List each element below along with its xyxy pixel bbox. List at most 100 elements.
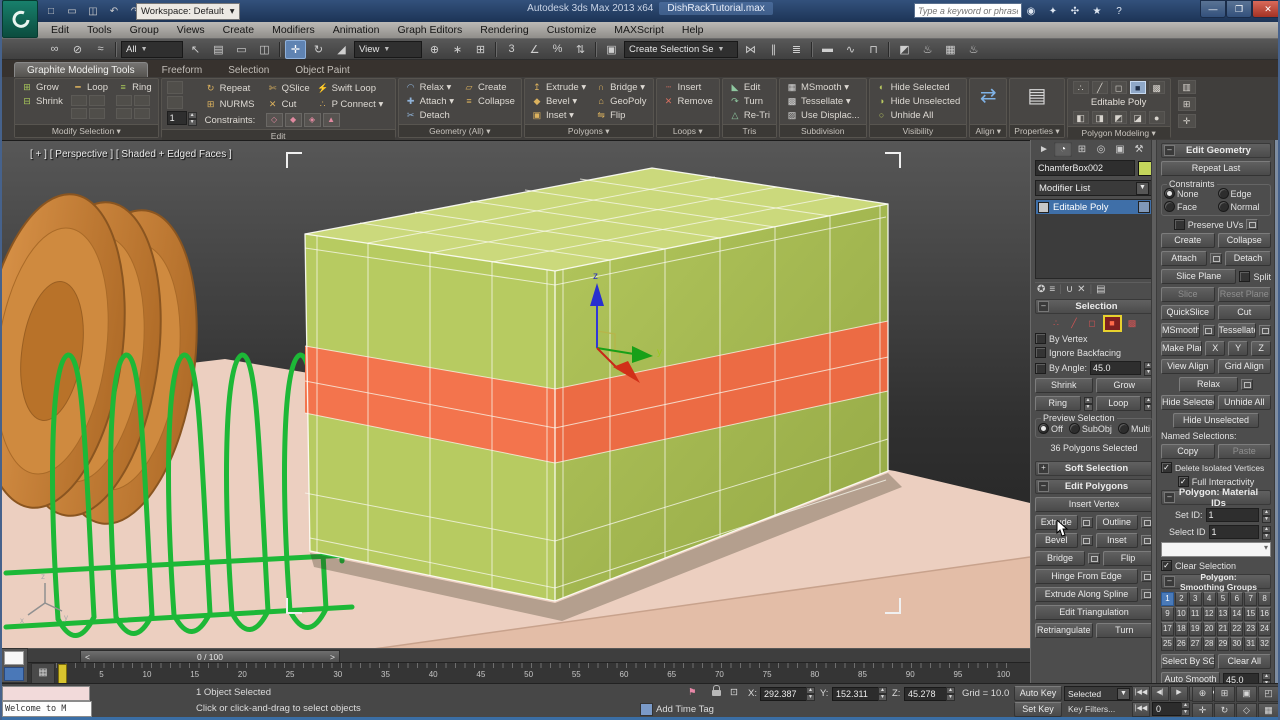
time-slider-track[interactable]: < 0 / 100 > bbox=[0, 648, 1030, 663]
dot-loop-icon[interactable] bbox=[71, 108, 87, 119]
extrude-settings-icon[interactable] bbox=[1081, 517, 1093, 528]
next-key-icon[interactable]: > bbox=[330, 652, 335, 662]
rendered-frame-window-icon[interactable]: ▦ bbox=[940, 40, 961, 59]
smoothing-group-cell[interactable]: 29 bbox=[1217, 637, 1230, 651]
zoom-icon[interactable]: ⊕ bbox=[1192, 686, 1213, 702]
tab-freeform[interactable]: Freeform bbox=[150, 63, 215, 77]
graphite-ribbon-toggle-icon[interactable]: ▬ bbox=[817, 40, 838, 59]
configure-modifier-sets-icon[interactable]: ▤ bbox=[1096, 284, 1105, 295]
menu-item[interactable]: Customize bbox=[538, 24, 606, 36]
modifier-list-dropdown[interactable]: Modifier List▼ bbox=[1035, 180, 1153, 196]
preview-off-radio[interactable] bbox=[1038, 423, 1049, 434]
grow-button[interactable]: Grow bbox=[1096, 378, 1154, 393]
menu-item[interactable]: Animation bbox=[324, 24, 389, 36]
nurms-button[interactable]: ⊞NURMS bbox=[204, 98, 262, 110]
group-label[interactable]: Tris bbox=[723, 124, 776, 137]
unhide-all-button[interactable]: ○Unhide All bbox=[875, 109, 962, 121]
align-big-icon[interactable]: ⇄ bbox=[975, 81, 1001, 111]
by-vertex-checkbox[interactable] bbox=[1035, 333, 1046, 344]
hide-unselected-button[interactable]: ◑Hide Unselected bbox=[875, 95, 962, 107]
set-id-spinner[interactable]: ▲▼ bbox=[1262, 509, 1271, 522]
msmooth-button[interactable]: ▦MSmooth ▾ bbox=[785, 81, 861, 93]
loop-button[interactable]: ━Loop bbox=[71, 81, 109, 93]
loop-grow-icon[interactable] bbox=[71, 95, 87, 106]
frame-spinner[interactable]: ▲▼ bbox=[1181, 702, 1190, 715]
save-file-icon[interactable]: ◫ bbox=[84, 2, 102, 20]
edit-polygons-rollout-header[interactable]: – Edit Polygons bbox=[1035, 479, 1153, 494]
stack-item-editable-poly[interactable]: Editable Poly bbox=[1036, 200, 1152, 214]
polygon-subobject-icon[interactable]: ■ bbox=[1130, 81, 1146, 94]
modifier-stack[interactable]: Editable Poly bbox=[1035, 199, 1153, 279]
workspace-dropdown[interactable]: Workspace: Default▾ bbox=[136, 3, 240, 20]
spinner-arrows[interactable]: ▲▼ bbox=[188, 112, 197, 125]
selection-lock-icon[interactable] bbox=[712, 690, 721, 696]
perspective-viewport[interactable]: z y x y z [ + ] [ Perspective ] [ Shaded… bbox=[0, 140, 1030, 649]
constraint-face-icon[interactable]: ◈ bbox=[304, 113, 321, 127]
bind-to-space-warp-icon[interactable]: ≈ bbox=[90, 40, 111, 59]
new-scene-icon[interactable]: □ bbox=[42, 2, 60, 20]
smoothing-group-cell[interactable]: 23 bbox=[1244, 622, 1257, 636]
smoothing-group-cell[interactable]: 18 bbox=[1175, 622, 1188, 636]
detach-button[interactable]: ✂Detach bbox=[404, 109, 455, 121]
remove-loop-button[interactable]: ✕Remove bbox=[662, 95, 714, 107]
motion-tab-icon[interactable]: ◎ bbox=[1092, 142, 1110, 157]
absolute-mode-icon[interactable]: ⊡ bbox=[730, 687, 738, 698]
retriangulate-button[interactable]: Retriangulate bbox=[1035, 623, 1093, 638]
ignore-backfacing-checkbox[interactable] bbox=[1035, 347, 1046, 358]
smoothing-group-cell[interactable]: 1 bbox=[1161, 592, 1174, 606]
close-button[interactable]: ✕ bbox=[1252, 0, 1280, 18]
select-and-manipulate-icon[interactable]: ∗ bbox=[447, 40, 468, 59]
x-spinner[interactable]: ▲▼ bbox=[806, 687, 815, 700]
create-button[interactable]: ▱Create bbox=[462, 81, 516, 93]
ring-grow-icon[interactable] bbox=[116, 95, 132, 106]
smoothing-group-cell[interactable]: 5 bbox=[1217, 592, 1230, 606]
dot-ring-icon[interactable] bbox=[116, 108, 132, 119]
element-subobject-icon[interactable]: ▩ bbox=[1149, 81, 1165, 94]
isolate-toggle-icon[interactable]: ● bbox=[1149, 111, 1165, 124]
element-subobject-icon[interactable]: ▩ bbox=[1125, 317, 1140, 330]
remove-modifier-icon[interactable]: ✕ bbox=[1077, 284, 1085, 295]
split-checkbox[interactable] bbox=[1239, 271, 1250, 282]
group-label[interactable]: Polygon Modeling ▾ bbox=[1068, 126, 1170, 139]
select-object-icon[interactable]: ↖ bbox=[185, 40, 206, 59]
undo-icon[interactable]: ↶ bbox=[105, 2, 123, 20]
ring-spinner[interactable]: ▲▼ bbox=[1084, 397, 1093, 410]
maximize-button[interactable]: ❐ bbox=[1226, 0, 1252, 18]
cut-button[interactable]: ✕Cut bbox=[266, 98, 312, 110]
smoothing-group-cell[interactable]: 4 bbox=[1203, 592, 1216, 606]
next-modifier-icon[interactable]: ◩ bbox=[1111, 111, 1127, 124]
tessellate-button[interactable]: ▩Tessellate ▾ bbox=[785, 95, 861, 107]
previous-frame-icon[interactable]: ◀| bbox=[1151, 686, 1169, 701]
menu-item[interactable]: Edit bbox=[42, 24, 78, 36]
smoothing-group-cell[interactable]: 9 bbox=[1161, 607, 1174, 621]
z-coordinate-field[interactable]: 45.278 bbox=[904, 687, 950, 701]
slice-button[interactable]: Slice bbox=[1161, 287, 1215, 302]
selection-rollout-header[interactable]: – Selection bbox=[1035, 299, 1153, 314]
make-planar-z-button[interactable]: Z bbox=[1251, 341, 1271, 356]
ring-button[interactable]: ≡Ring bbox=[116, 81, 153, 93]
group-label[interactable]: Polygons ▾ bbox=[525, 124, 653, 137]
smoothing-group-cell[interactable]: 28 bbox=[1203, 637, 1216, 651]
dot-ring-options-icon[interactable] bbox=[134, 108, 150, 119]
schematic-view-icon[interactable]: ⊓ bbox=[863, 40, 884, 59]
select-and-scale-icon[interactable]: ◢ bbox=[331, 40, 352, 59]
app-logo[interactable] bbox=[2, 0, 38, 38]
smoothing-group-cell[interactable]: 20 bbox=[1203, 622, 1216, 636]
material-editor-icon[interactable]: ◩ bbox=[894, 40, 915, 59]
menu-item[interactable]: Help bbox=[673, 24, 713, 36]
smoothing-group-cell[interactable]: 25 bbox=[1161, 637, 1174, 651]
material-ids-rollout-header[interactable]: – Polygon: Material IDs bbox=[1161, 490, 1271, 505]
render-production-icon[interactable]: ♨ bbox=[963, 40, 984, 59]
smoothing-group-cell[interactable]: 15 bbox=[1244, 607, 1257, 621]
edit-triangulation-button[interactable]: Edit Triangulation bbox=[1035, 605, 1153, 620]
zoom-region-icon[interactable]: ◰ bbox=[1258, 686, 1279, 702]
mini-listener-macro-row[interactable] bbox=[4, 651, 24, 665]
turn-button[interactable]: Turn bbox=[1096, 623, 1154, 638]
make-planar-button[interactable]: Make Planar bbox=[1161, 341, 1202, 356]
smoothing-group-cell[interactable]: 22 bbox=[1230, 622, 1243, 636]
loop-shrink-icon[interactable] bbox=[89, 95, 105, 106]
smoothing-group-cell[interactable]: 30 bbox=[1230, 637, 1243, 651]
geopoly-button[interactable]: ⌂GeoPoly bbox=[594, 95, 647, 107]
smoothing-group-cell[interactable]: 27 bbox=[1189, 637, 1202, 651]
mini-listener-script-row[interactable] bbox=[4, 667, 24, 681]
